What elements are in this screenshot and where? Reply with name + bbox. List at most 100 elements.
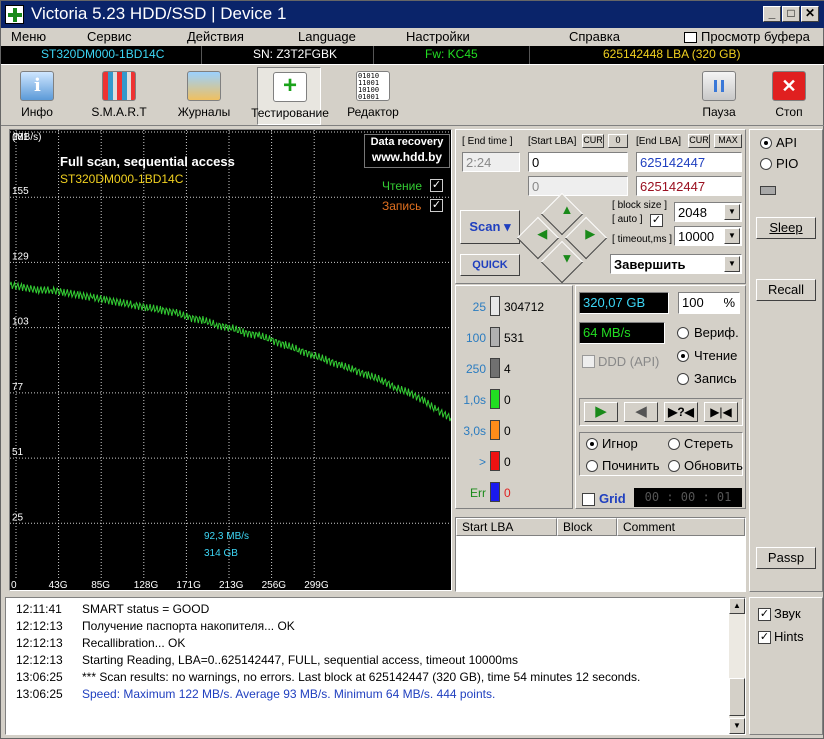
close-window-button[interactable]: ✕ bbox=[801, 6, 819, 22]
refresh-label: Обновить bbox=[684, 458, 743, 473]
refresh-radio[interactable] bbox=[668, 460, 680, 472]
scroll-thumb[interactable] bbox=[729, 678, 745, 716]
options-panel: ✓ Звук ✓ Hints bbox=[749, 597, 823, 735]
seek-button[interactable]: ▶?◀ bbox=[664, 402, 698, 422]
column-header-start-lba[interactable]: Start LBA bbox=[456, 518, 557, 536]
block-size-label: [ block size ] bbox=[612, 200, 668, 211]
log-message: *** Scan results: no warnings, no errors… bbox=[82, 670, 641, 684]
verify-radio[interactable] bbox=[677, 327, 689, 339]
play-button[interactable]: ▶ bbox=[584, 402, 618, 422]
y-tick-label: 103 bbox=[12, 317, 29, 328]
column-header-block[interactable]: Block bbox=[557, 518, 617, 536]
x-tick-label: 85G bbox=[91, 580, 110, 590]
end-lba-secondary-field[interactable]: 625142447 bbox=[636, 176, 742, 196]
legend-write-checkbox[interactable]: ✓ bbox=[430, 199, 443, 212]
current-position-annotation: 314 GB bbox=[204, 548, 238, 559]
skip-button[interactable]: ▶|◀ bbox=[704, 402, 738, 422]
menu-main[interactable]: Меню bbox=[11, 29, 46, 44]
info-button[interactable]: i Инфо bbox=[5, 67, 69, 125]
menu-buffer-view[interactable]: Просмотр буфера bbox=[701, 29, 810, 44]
end-max-button[interactable]: MAX bbox=[714, 134, 742, 148]
x-tick-label: 171G bbox=[176, 580, 201, 590]
divider bbox=[201, 46, 202, 64]
menu-service[interactable]: Сервис bbox=[87, 29, 132, 44]
pio-label: PIO bbox=[776, 156, 799, 171]
legend-read-checkbox[interactable]: ✓ bbox=[430, 179, 443, 192]
title-bar[interactable]: Victoria 5.23 HDD/SSD | Device 1 _ □ ✕ bbox=[1, 1, 824, 28]
menu-settings[interactable]: Настройки bbox=[406, 29, 470, 44]
scan-button[interactable]: Scan ▾ bbox=[460, 210, 520, 244]
repair-label: Починить bbox=[602, 458, 660, 473]
end-cur-button[interactable]: CUR bbox=[688, 134, 710, 148]
log-panel: ▲ ▼ 12:11:41 SMART status = GOOD 12:12:13 П… bbox=[5, 597, 746, 735]
start-lba-secondary-field[interactable]: 0 bbox=[528, 176, 628, 196]
erase-radio[interactable] bbox=[668, 438, 680, 450]
x-tick-label: 128G bbox=[134, 580, 159, 590]
start-cur-button[interactable]: CUR bbox=[582, 134, 604, 148]
end-time-field[interactable]: 2:24 bbox=[462, 152, 520, 172]
latency-bucket-swatch bbox=[490, 420, 500, 440]
current-speed-annotation: 92,3 MB/s bbox=[204, 531, 250, 542]
rewind-button[interactable]: ◀ bbox=[624, 402, 658, 422]
log-time: 13:06:25 bbox=[16, 687, 63, 701]
start-zero-button[interactable]: 0 bbox=[608, 134, 628, 148]
window-title: Victoria 5.23 HDD/SSD | Device 1 bbox=[31, 4, 287, 23]
folder-icon bbox=[187, 71, 221, 101]
testing-button[interactable]: + Тестирование bbox=[251, 67, 329, 125]
auto-checkbox[interactable]: ✓ bbox=[650, 214, 663, 227]
x-tick-label: 43G bbox=[49, 580, 68, 590]
end-lba-field[interactable]: 625142447 bbox=[636, 152, 742, 172]
block-size-select[interactable]: 2048 ▼ bbox=[674, 202, 742, 222]
sound-label: Звук bbox=[774, 606, 801, 621]
column-header-comment[interactable]: Comment bbox=[617, 518, 745, 536]
sound-checkbox[interactable]: ✓ bbox=[758, 608, 771, 621]
menu-help[interactable]: Справка bbox=[569, 29, 620, 44]
stop-button[interactable]: ✕ Стоп bbox=[757, 67, 821, 125]
finish-action-select[interactable]: Завершить ▼ bbox=[610, 254, 742, 274]
y-tick-label: 51 bbox=[12, 447, 24, 458]
write-radio[interactable] bbox=[677, 373, 689, 385]
editor-button[interactable]: 01010 11001 10100 01001 Редактор bbox=[341, 67, 405, 125]
grid-label: Grid bbox=[599, 491, 626, 506]
pio-radio[interactable] bbox=[760, 158, 772, 170]
sleep-button[interactable]: Sleep bbox=[756, 217, 816, 239]
log-time: 12:11:41 bbox=[16, 602, 62, 616]
pause-button[interactable]: Пауза bbox=[687, 67, 751, 125]
y-tick-label: 129 bbox=[12, 251, 29, 262]
toolbar: i Инфо S.M.A.R.T Журналы + Тестирование … bbox=[1, 64, 824, 126]
log-line: 12:11:41 SMART status = GOOD bbox=[16, 602, 209, 616]
maximize-button[interactable]: □ bbox=[782, 6, 800, 22]
menu-actions[interactable]: Действия bbox=[187, 29, 244, 44]
latency-bucket-count: 304712 bbox=[504, 300, 545, 314]
scroll-up-button[interactable]: ▲ bbox=[729, 598, 745, 614]
recall-button[interactable]: Recall bbox=[756, 279, 816, 301]
position-display: 320,07 GB bbox=[579, 292, 669, 314]
app-icon bbox=[5, 5, 24, 24]
passport-button[interactable]: Passp bbox=[756, 547, 816, 569]
stop-icon: ✕ bbox=[772, 71, 806, 101]
logs-button[interactable]: Журналы bbox=[172, 67, 236, 125]
elapsed-timer: 00 : 00 : 01 bbox=[634, 488, 742, 507]
timeout-select[interactable]: 10000 ▼ bbox=[674, 226, 742, 246]
api-radio[interactable] bbox=[760, 137, 772, 149]
x-tick-label: 299G bbox=[304, 580, 329, 590]
read-radio[interactable] bbox=[677, 350, 689, 362]
log-scrollbar[interactable]: ▲ ▼ bbox=[729, 598, 745, 734]
minimize-button[interactable]: _ bbox=[763, 6, 781, 22]
repair-radio[interactable] bbox=[586, 460, 598, 472]
erase-label: Стереть bbox=[684, 436, 734, 451]
smart-button[interactable]: S.M.A.R.T bbox=[87, 67, 151, 125]
menu-bar: Меню Сервис Действия Language Настройки … bbox=[1, 28, 824, 46]
device-serial: SN: Z3T2FGBK bbox=[253, 47, 338, 61]
divider bbox=[529, 46, 530, 64]
ddd-checkbox[interactable] bbox=[582, 355, 595, 368]
start-lba-field[interactable]: 0 bbox=[528, 152, 628, 172]
quick-button[interactable]: QUICK bbox=[460, 254, 520, 276]
grid-checkbox[interactable] bbox=[582, 493, 595, 506]
scroll-down-button[interactable]: ▼ bbox=[729, 718, 745, 734]
hints-checkbox[interactable]: ✓ bbox=[758, 631, 771, 644]
latency-bucket-swatch bbox=[490, 482, 500, 502]
ignore-radio[interactable] bbox=[586, 438, 598, 450]
x-tick-label: 256G bbox=[262, 580, 287, 590]
menu-language[interactable]: Language bbox=[298, 29, 356, 44]
